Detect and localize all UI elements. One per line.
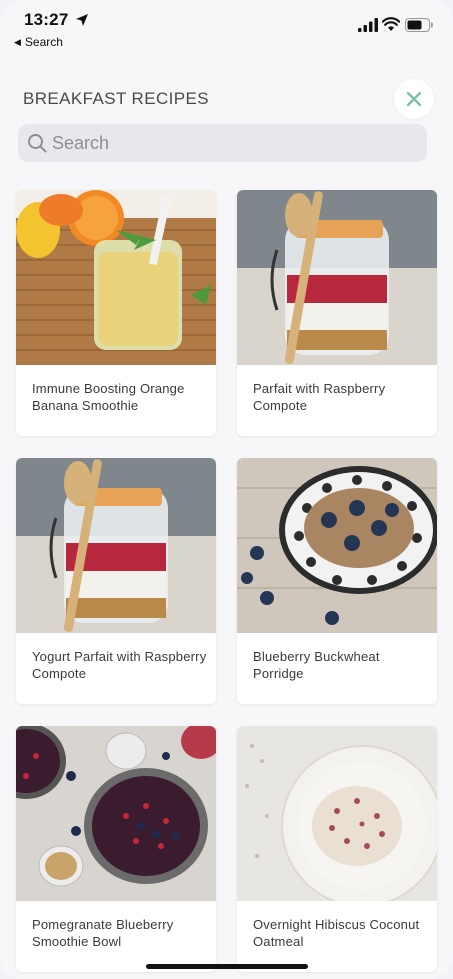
recipe-title: Overnight Hibiscus Coconut Oatmeal: [253, 917, 420, 949]
back-link-label: Search: [24, 35, 63, 49]
recipe-title: Parfait with Raspberry Compote: [253, 381, 386, 413]
status-time: 13:27: [24, 10, 69, 29]
recipe-card[interactable]: Immune Boosting Orange Banana Smoothie: [16, 190, 216, 436]
search-bar[interactable]: [18, 124, 427, 162]
search-input[interactable]: [52, 124, 412, 162]
recipe-image-smoothie-bowl: [16, 726, 216, 901]
status-bar: 13:27 ◀ Search: [0, 0, 453, 56]
recipe-title: Immune Boosting Orange Banana Smoothie: [32, 381, 185, 413]
cellular-signal-icon: [358, 18, 378, 32]
back-to-search-link[interactable]: ◀ Search: [14, 35, 63, 49]
recipe-image-oatmeal: [237, 726, 437, 901]
recipe-card[interactable]: Parfait with Raspberry Compote: [237, 190, 437, 436]
recipe-title: Pomegranate Blueberry Smoothie Bowl: [32, 917, 174, 949]
recipe-image-yogurt-parfait: [16, 458, 216, 633]
recipe-image-parfait: [237, 190, 437, 365]
battery-icon: [405, 18, 433, 32]
close-icon: [406, 91, 422, 107]
recipe-image-porridge: [237, 458, 437, 633]
recipe-title: Yogurt Parfait with Raspberry Compote: [32, 649, 207, 681]
home-indicator[interactable]: [146, 964, 308, 969]
page-title: BREAKFAST RECIPES: [23, 89, 209, 108]
recipe-card[interactable]: Blueberry Buckwheat Porridge: [237, 458, 437, 704]
recipe-card[interactable]: Pomegranate Blueberry Smoothie Bowl: [16, 726, 216, 972]
close-button[interactable]: [394, 79, 434, 119]
search-icon: [28, 134, 47, 153]
recipe-image-smoothie: [16, 190, 216, 365]
back-triangle-icon: ◀: [14, 37, 21, 47]
location-arrow-icon: [76, 14, 88, 26]
recipe-card[interactable]: Yogurt Parfait with Raspberry Compote: [16, 458, 216, 704]
recipe-title: Blueberry Buckwheat Porridge: [253, 649, 380, 681]
app-screen: 13:27 ◀ Search BREAKFAST RECIPES Search …: [0, 0, 453, 979]
recipe-card[interactable]: Overnight Hibiscus Coconut Oatmeal: [237, 726, 437, 972]
wifi-icon: [382, 17, 400, 31]
